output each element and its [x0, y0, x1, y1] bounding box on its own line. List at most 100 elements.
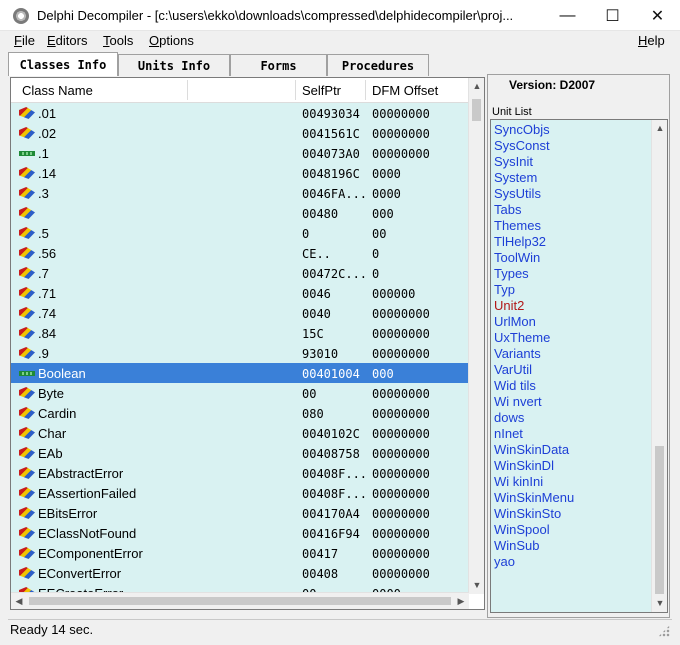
unit-list-item[interactable]: Wid tils — [494, 378, 536, 393]
resize-grip-icon[interactable] — [658, 625, 670, 637]
table-row[interactable]: EBitsError 004170A4 00000000 — [11, 503, 469, 523]
table-row[interactable]: EAb 00408758 00000000 — [11, 443, 469, 463]
unit-list-item[interactable]: Unit2 — [494, 298, 524, 313]
unit-list-item[interactable]: UrlMon — [494, 314, 536, 329]
table-row[interactable]: .1 004073A0 00000000 — [11, 143, 469, 163]
scroll-thumb[interactable] — [655, 446, 664, 594]
table-row[interactable]: .7 00472C... 0 — [11, 263, 469, 283]
table-row[interactable]: .71 0046 000000 — [11, 283, 469, 303]
close-button[interactable]: ✕ — [635, 0, 680, 31]
unit-list-item[interactable]: Wi kinIni — [494, 474, 543, 489]
selfptr-cell: CE.. — [302, 247, 331, 261]
class-icon — [19, 107, 35, 119]
table-row[interactable]: EComponentError 00417 00000000 — [11, 543, 469, 563]
scroll-down-arrow-icon[interactable]: ▼ — [469, 577, 485, 593]
unit-list-item[interactable]: Typ — [494, 282, 515, 297]
column-divider[interactable] — [365, 80, 366, 100]
unit-list-item[interactable]: yao — [494, 554, 515, 569]
unit-list-item[interactable]: UxTheme — [494, 330, 550, 345]
tab-classes-info[interactable]: Classes Info — [8, 52, 118, 76]
unit-list-item[interactable]: WinSpool — [494, 522, 550, 537]
table-row[interactable]: 00480 000 — [11, 203, 469, 223]
scroll-thumb[interactable] — [472, 99, 481, 121]
table-row[interactable]: .56 CE.. 0 — [11, 243, 469, 263]
column-divider[interactable] — [187, 80, 188, 100]
class-icon — [19, 307, 35, 319]
class-icon — [19, 467, 35, 479]
menu-editors[interactable]: Editors — [47, 33, 87, 48]
table-row[interactable]: EConvertError 00408 00000000 — [11, 563, 469, 583]
table-row[interactable]: .02 0041561C 00000000 — [11, 123, 469, 143]
table-row[interactable]: Char 0040102C 00000000 — [11, 423, 469, 443]
grid-horizontal-scrollbar[interactable]: ◀ ▶ — [11, 592, 469, 609]
scroll-thumb[interactable] — [29, 597, 451, 605]
scroll-left-arrow-icon[interactable]: ◀ — [11, 593, 27, 609]
unit-list-item[interactable]: WinSkinSto — [494, 506, 561, 521]
tab-units-info[interactable]: Units Info — [118, 54, 230, 76]
table-row[interactable]: .14 0048196C 0000 — [11, 163, 469, 183]
table-row[interactable]: Boolean 00401004 000 — [11, 363, 469, 383]
unit-list-item[interactable]: nInet — [494, 426, 523, 441]
scroll-up-arrow-icon[interactable]: ▲ — [469, 78, 485, 94]
table-row[interactable]: EAbstractError 00408F... 00000000 — [11, 463, 469, 483]
tab-forms[interactable]: Forms — [230, 54, 327, 76]
unit-list-item[interactable]: WinSkinMenu — [494, 490, 574, 505]
unit-panel: Version: D2007 Unit List yao WinSub WinSpo… — [487, 74, 670, 618]
column-divider[interactable] — [295, 80, 296, 100]
scroll-right-arrow-icon[interactable]: ▶ — [453, 593, 469, 609]
table-row[interactable]: Byte 00 00000000 — [11, 383, 469, 403]
table-row[interactable]: .01 00493034 00000000 — [11, 103, 469, 123]
unit-list-item[interactable]: WinSkinDl — [494, 458, 554, 473]
unit-list-item[interactable]: Variants — [494, 346, 541, 361]
minimize-button[interactable]: — — [545, 0, 590, 31]
menu-tools[interactable]: Tools — [103, 33, 133, 48]
column-class-name[interactable]: Class Name — [22, 83, 93, 98]
table-row[interactable]: Cardin 080 00000000 — [11, 403, 469, 423]
unit-list-item[interactable]: System — [494, 170, 537, 185]
table-row[interactable]: .9 93010 00000000 — [11, 343, 469, 363]
type-icon — [19, 371, 35, 376]
table-row[interactable]: .74 0040 00000000 — [11, 303, 469, 323]
dfm-offset-cell: 00 — [372, 227, 387, 241]
unit-list-item[interactable]: ToolWin — [494, 250, 540, 265]
maximize-button[interactable]: ☐ — [590, 0, 635, 31]
column-selfptr[interactable]: SelfPtr — [302, 83, 341, 98]
selfptr-cell: 00417 — [302, 547, 339, 561]
dfm-offset-cell: 00000000 — [372, 547, 430, 561]
column-dfm-offset[interactable]: DFM Offset — [372, 83, 438, 98]
menu-bar: File Editors Tools Options Help — [0, 31, 680, 51]
type-icon — [19, 151, 35, 156]
tab-procedures[interactable]: Procedures — [327, 54, 429, 76]
unit-list-item[interactable]: Types — [494, 266, 529, 281]
unit-list-item[interactable]: SysInit — [494, 154, 533, 169]
unit-list-item[interactable]: Themes — [494, 218, 541, 233]
menu-file[interactable]: File — [14, 33, 35, 48]
dfm-offset-cell: 00000000 — [372, 447, 430, 461]
unit-list-item[interactable]: VarUtil — [494, 362, 532, 377]
scroll-down-arrow-icon[interactable]: ▼ — [652, 595, 667, 611]
unit-list[interactable]: yao WinSub WinSpool WinSkinSto WinSkinMenu Wi… — [490, 119, 668, 613]
unit-list-item[interactable]: TlHelp32 — [494, 234, 546, 249]
class-name-cell: .3 — [38, 186, 49, 201]
class-name-cell: Byte — [38, 386, 65, 401]
unit-list-item[interactable]: SysUtils — [494, 186, 541, 201]
unit-list-item[interactable]: Tabs — [494, 202, 521, 217]
table-row[interactable]: EAssertionFailed 00408F... 00000000 — [11, 483, 469, 503]
unit-list-item[interactable]: SyncObjs — [494, 122, 550, 137]
unit-list-item[interactable]: dows — [494, 410, 524, 425]
unit-list-item[interactable]: WinSub — [494, 538, 540, 553]
unit-list-item[interactable]: Wi nvert — [494, 394, 542, 409]
dfm-offset-cell: 000 — [372, 207, 394, 221]
grid-vertical-scrollbar[interactable]: ▲ ▼ — [468, 78, 484, 594]
table-row[interactable]: .84 15C 00000000 — [11, 323, 469, 343]
unit-list-item[interactable]: SysConst — [494, 138, 550, 153]
unit-list-scrollbar[interactable]: ▲ ▼ — [651, 120, 667, 612]
table-row[interactable]: .5 0 00 — [11, 223, 469, 243]
menu-options[interactable]: Options — [149, 33, 194, 48]
unit-list-item[interactable]: WinSkinData — [494, 442, 569, 457]
scroll-up-arrow-icon[interactable]: ▲ — [652, 120, 667, 136]
class-name-cell: .84 — [38, 326, 57, 341]
table-row[interactable]: EClassNotFound 00416F94 00000000 — [11, 523, 469, 543]
menu-help[interactable]: Help — [638, 33, 665, 48]
table-row[interactable]: .3 0046FA... 0000 — [11, 183, 469, 203]
